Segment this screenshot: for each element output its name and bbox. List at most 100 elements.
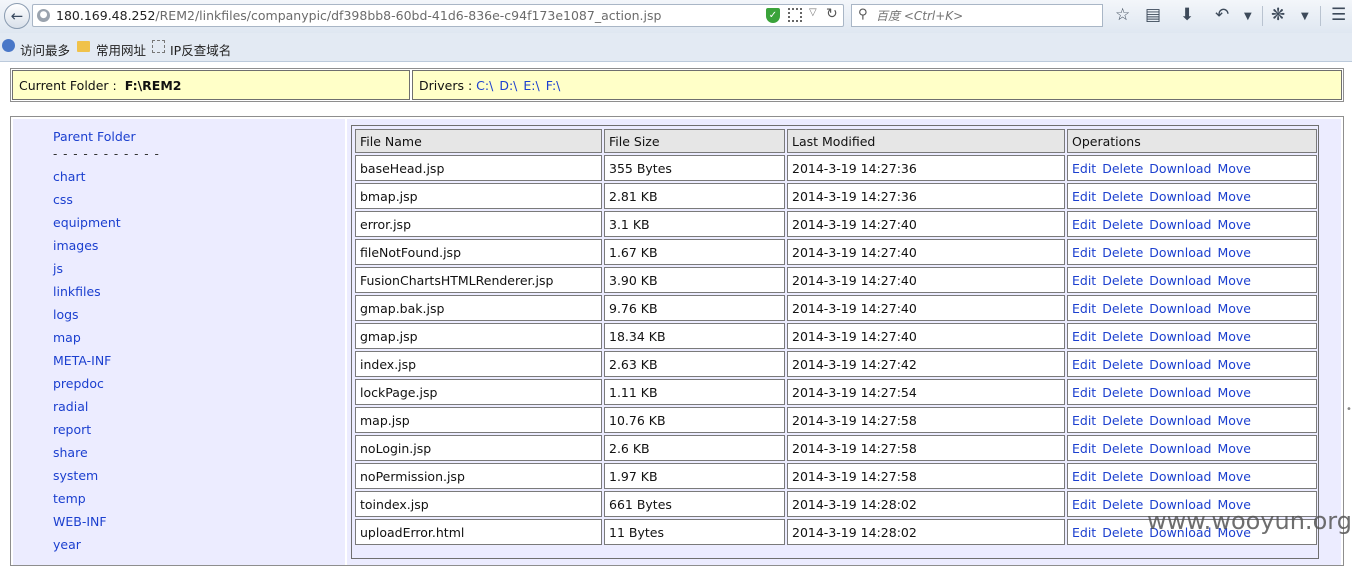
delete-link[interactable]: Delete: [1102, 217, 1143, 232]
back-button[interactable]: ←: [4, 3, 30, 29]
edit-link[interactable]: Edit: [1072, 469, 1096, 484]
edit-link[interactable]: Edit: [1072, 497, 1096, 512]
download-link[interactable]: Download: [1149, 245, 1211, 260]
drive-link-e[interactable]: E:\: [523, 78, 539, 93]
edit-link[interactable]: Edit: [1072, 525, 1096, 540]
folder-link-report[interactable]: report: [53, 422, 91, 437]
delete-link[interactable]: Delete: [1102, 357, 1143, 372]
chevron-down-icon[interactable]: ▼: [1244, 7, 1252, 27]
download-link[interactable]: Download: [1149, 385, 1211, 400]
folder-link-chart[interactable]: chart: [53, 169, 86, 184]
delete-link[interactable]: Delete: [1102, 413, 1143, 428]
folder-link-system[interactable]: system: [53, 468, 98, 483]
delete-link[interactable]: Delete: [1102, 301, 1143, 316]
last-modified-cell: 2014-3-19 14:27:36: [787, 183, 1065, 209]
delete-link[interactable]: Delete: [1102, 329, 1143, 344]
edit-link[interactable]: Edit: [1072, 189, 1096, 204]
folder-link-equipment[interactable]: equipment: [53, 215, 121, 230]
move-link[interactable]: Move: [1217, 413, 1251, 428]
move-link[interactable]: Move: [1217, 441, 1251, 456]
col-header-file-size: File Size: [604, 129, 785, 153]
delete-link[interactable]: Delete: [1102, 385, 1143, 400]
edit-link[interactable]: Edit: [1072, 245, 1096, 260]
download-link[interactable]: Download: [1149, 273, 1211, 288]
folder-link-map[interactable]: map: [53, 330, 81, 345]
move-link[interactable]: Move: [1217, 245, 1251, 260]
search-box[interactable]: ⚲: [851, 4, 1103, 27]
parent-folder-link[interactable]: Parent Folder: [53, 129, 136, 144]
menu-icon[interactable]: ☰: [1331, 5, 1346, 25]
delete-link[interactable]: Delete: [1102, 161, 1143, 176]
bookmark-most-visited[interactable]: 访问最多: [20, 40, 70, 59]
undo-icon[interactable]: ↶: [1215, 5, 1229, 25]
bookmark-common-sites[interactable]: 常用网址: [96, 40, 146, 59]
edit-link[interactable]: Edit: [1072, 441, 1096, 456]
folder-link-logs[interactable]: logs: [53, 307, 79, 322]
move-link[interactable]: Move: [1217, 357, 1251, 372]
edit-link[interactable]: Edit: [1072, 161, 1096, 176]
scroll-indicator[interactable]: •: [1346, 404, 1352, 415]
download-link[interactable]: Download: [1149, 217, 1211, 232]
chevron-down-icon[interactable]: ▽: [809, 7, 817, 18]
download-link[interactable]: Download: [1149, 441, 1211, 456]
folder-link-web-inf[interactable]: WEB-INF: [53, 514, 107, 529]
drive-link-c[interactable]: C:\: [476, 78, 493, 93]
delete-link[interactable]: Delete: [1102, 525, 1143, 540]
reading-list-icon[interactable]: ▤: [1145, 5, 1161, 25]
drive-link-d[interactable]: D:\: [499, 78, 517, 93]
edit-link[interactable]: Edit: [1072, 301, 1096, 316]
download-link[interactable]: Download: [1149, 357, 1211, 372]
download-link[interactable]: Download: [1149, 301, 1211, 316]
move-link[interactable]: Move: [1217, 161, 1251, 176]
bug-icon[interactable]: ❋: [1271, 5, 1285, 25]
move-link[interactable]: Move: [1217, 469, 1251, 484]
folder-link-radial[interactable]: radial: [53, 399, 88, 414]
drive-link-f[interactable]: F:\: [546, 78, 561, 93]
folder-link-linkfiles[interactable]: linkfiles: [53, 284, 101, 299]
move-link[interactable]: Move: [1217, 189, 1251, 204]
url-text[interactable]: 180.169.48.252/REM2/linkfiles/companypic…: [56, 8, 661, 23]
qr-code-icon[interactable]: [788, 8, 802, 22]
edit-link[interactable]: Edit: [1072, 217, 1096, 232]
chevron-down-icon[interactable]: ▼: [1301, 7, 1309, 27]
download-link[interactable]: Download: [1149, 161, 1211, 176]
reload-icon[interactable]: ↻: [826, 6, 838, 22]
folder-link-js[interactable]: js: [53, 261, 63, 276]
folder-link-images[interactable]: images: [53, 238, 98, 253]
move-link[interactable]: Move: [1217, 273, 1251, 288]
delete-link[interactable]: Delete: [1102, 497, 1143, 512]
bookmark-ip-lookup[interactable]: IP反查域名: [170, 40, 231, 59]
download-link[interactable]: Download: [1149, 469, 1211, 484]
edit-link[interactable]: Edit: [1072, 357, 1096, 372]
download-icon[interactable]: ⬇: [1180, 5, 1194, 25]
delete-link[interactable]: Delete: [1102, 441, 1143, 456]
move-link[interactable]: Move: [1217, 385, 1251, 400]
file-name-cell: noPermission.jsp: [355, 463, 602, 489]
edit-link[interactable]: Edit: [1072, 329, 1096, 344]
folder-link-year[interactable]: year: [53, 537, 81, 552]
table-row: noPermission.jsp 1.97 KB 2014-3-19 14:27:5…: [355, 463, 1317, 489]
download-link[interactable]: Download: [1149, 189, 1211, 204]
delete-link[interactable]: Delete: [1102, 189, 1143, 204]
folder-link-prepdoc[interactable]: prepdoc: [53, 376, 104, 391]
edit-link[interactable]: Edit: [1072, 413, 1096, 428]
search-input[interactable]: [876, 7, 1096, 24]
address-bar[interactable]: ● 180.169.48.252/REM2/linkfiles/companyp…: [32, 4, 844, 27]
delete-link[interactable]: Delete: [1102, 245, 1143, 260]
download-link[interactable]: Download: [1149, 329, 1211, 344]
folder-link-meta-inf[interactable]: META-INF: [53, 353, 111, 368]
edit-link[interactable]: Edit: [1072, 385, 1096, 400]
download-link[interactable]: Download: [1149, 413, 1211, 428]
last-modified-cell: 2014-3-19 14:27:58: [787, 407, 1065, 433]
edit-link[interactable]: Edit: [1072, 273, 1096, 288]
delete-link[interactable]: Delete: [1102, 273, 1143, 288]
shield-icon[interactable]: ✓: [766, 8, 780, 23]
bookmark-star-icon[interactable]: ☆: [1115, 5, 1130, 25]
folder-link-share[interactable]: share: [53, 445, 88, 460]
folder-link-css[interactable]: css: [53, 192, 73, 207]
move-link[interactable]: Move: [1217, 329, 1251, 344]
folder-link-temp[interactable]: temp: [53, 491, 86, 506]
delete-link[interactable]: Delete: [1102, 469, 1143, 484]
move-link[interactable]: Move: [1217, 301, 1251, 316]
move-link[interactable]: Move: [1217, 217, 1251, 232]
